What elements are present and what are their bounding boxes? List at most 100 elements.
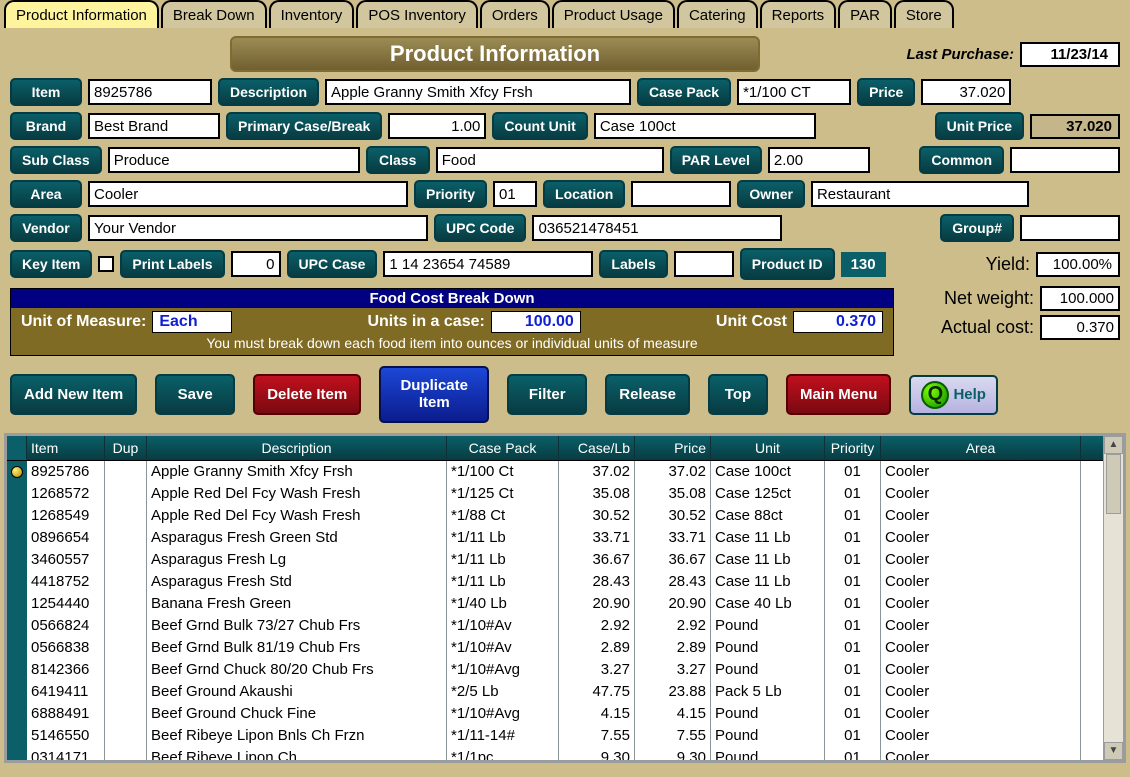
- brand-button[interactable]: Brand: [10, 112, 82, 140]
- delete-item-button[interactable]: Delete Item: [253, 374, 361, 415]
- case-pack-input[interactable]: [737, 79, 851, 105]
- row-marker[interactable]: [7, 615, 27, 637]
- product-id-button[interactable]: Product ID: [740, 248, 835, 280]
- item-input[interactable]: [88, 79, 212, 105]
- tab-break-down[interactable]: Break Down: [161, 0, 267, 28]
- col-header[interactable]: [7, 436, 27, 460]
- primary-case-break-input[interactable]: [388, 113, 486, 139]
- row-marker[interactable]: [7, 483, 27, 505]
- row-marker[interactable]: [7, 725, 27, 747]
- row-marker[interactable]: [7, 703, 27, 725]
- vendor-input[interactable]: [88, 215, 428, 241]
- priority-button[interactable]: Priority: [414, 180, 487, 208]
- class-button[interactable]: Class: [366, 146, 430, 174]
- vendor-button[interactable]: Vendor: [10, 214, 82, 242]
- unit-price-button[interactable]: Unit Price: [935, 112, 1024, 140]
- upc-case-input[interactable]: [383, 251, 593, 277]
- units-in-case-value[interactable]: 100.00: [491, 311, 581, 333]
- upc-code-input[interactable]: [532, 215, 782, 241]
- tab-product-usage[interactable]: Product Usage: [552, 0, 675, 28]
- row-marker[interactable]: [7, 659, 27, 681]
- sub-class-input[interactable]: [108, 147, 360, 173]
- item-button[interactable]: Item: [10, 78, 82, 106]
- table-row[interactable]: 0566838Beef Grnd Bulk 81/19 Chub Frs*1/1…: [7, 637, 1103, 659]
- row-marker[interactable]: [7, 527, 27, 549]
- key-item-checkbox[interactable]: [98, 256, 114, 272]
- col-header[interactable]: Item: [27, 436, 105, 460]
- class-input[interactable]: [436, 147, 664, 173]
- tab-inventory[interactable]: Inventory: [269, 0, 355, 28]
- scroll-down-icon[interactable]: ▼: [1104, 742, 1123, 760]
- add-new-item-button[interactable]: Add New Item: [10, 374, 137, 415]
- row-marker[interactable]: [7, 637, 27, 659]
- location-button[interactable]: Location: [543, 180, 625, 208]
- count-unit-input[interactable]: [594, 113, 816, 139]
- duplicate-item-button[interactable]: DuplicateItem: [379, 366, 489, 423]
- primary-case-break-button[interactable]: Primary Case/Break: [226, 112, 382, 140]
- table-row[interactable]: 5146550Beef Ribeye Lipon Bnls Ch Frzn*1/…: [7, 725, 1103, 747]
- price-input[interactable]: [921, 79, 1011, 105]
- sub-class-button[interactable]: Sub Class: [10, 146, 102, 174]
- labels-input[interactable]: [674, 251, 734, 277]
- row-marker[interactable]: [7, 571, 27, 593]
- main-menu-button[interactable]: Main Menu: [786, 374, 892, 415]
- release-button[interactable]: Release: [605, 374, 690, 415]
- col-header[interactable]: Unit: [711, 436, 825, 460]
- col-header[interactable]: Case Pack: [447, 436, 559, 460]
- row-marker[interactable]: [7, 549, 27, 571]
- col-header[interactable]: Price: [635, 436, 711, 460]
- description-button[interactable]: Description: [218, 78, 319, 106]
- filter-button[interactable]: Filter: [507, 374, 587, 415]
- table-row[interactable]: 6888491Beef Ground Chuck Fine*1/10#Avg4.…: [7, 703, 1103, 725]
- description-input[interactable]: [325, 79, 631, 105]
- tab-store[interactable]: Store: [894, 0, 954, 28]
- row-marker[interactable]: [7, 747, 27, 760]
- print-labels-button[interactable]: Print Labels: [120, 250, 224, 278]
- row-marker[interactable]: [7, 461, 27, 483]
- row-marker[interactable]: [7, 681, 27, 703]
- scroll-thumb[interactable]: [1106, 454, 1121, 514]
- unit-cost-value[interactable]: 0.370: [793, 311, 883, 333]
- table-row[interactable]: 6419411Beef Ground Akaushi*2/5 Lb47.7523…: [7, 681, 1103, 703]
- par-level-input[interactable]: [768, 147, 870, 173]
- upc-code-button[interactable]: UPC Code: [434, 214, 526, 242]
- table-row[interactable]: 0566824Beef Grnd Bulk 73/27 Chub Frs*1/1…: [7, 615, 1103, 637]
- common-input[interactable]: [1010, 147, 1120, 173]
- owner-input[interactable]: [811, 181, 1029, 207]
- group-no-input[interactable]: [1020, 215, 1120, 241]
- col-header[interactable]: Priority: [825, 436, 881, 460]
- table-row[interactable]: 0896654Asparagus Fresh Green Std*1/11 Lb…: [7, 527, 1103, 549]
- case-pack-button[interactable]: Case Pack: [637, 78, 731, 106]
- par-level-button[interactable]: PAR Level: [670, 146, 762, 174]
- scroll-up-icon[interactable]: ▲: [1104, 436, 1123, 454]
- table-row[interactable]: 3460557Asparagus Fresh Lg*1/11 Lb36.6736…: [7, 549, 1103, 571]
- tab-par[interactable]: PAR: [838, 0, 892, 28]
- save-button[interactable]: Save: [155, 374, 235, 415]
- table-row[interactable]: 1268549Apple Red Del Fcy Wash Fresh*1/88…: [7, 505, 1103, 527]
- top-button[interactable]: Top: [708, 374, 768, 415]
- key-item-button[interactable]: Key Item: [10, 250, 92, 278]
- tab-orders[interactable]: Orders: [480, 0, 550, 28]
- col-header[interactable]: Case/Lb: [559, 436, 635, 460]
- tab-pos-inventory[interactable]: POS Inventory: [356, 0, 478, 28]
- area-button[interactable]: Area: [10, 180, 82, 208]
- brand-input[interactable]: [88, 113, 220, 139]
- row-marker[interactable]: [7, 593, 27, 615]
- table-row[interactable]: 0314171Beef Ribeye Lipon Ch*1/1pc9.309.3…: [7, 747, 1103, 760]
- tab-reports[interactable]: Reports: [760, 0, 837, 28]
- upc-case-button[interactable]: UPC Case: [287, 250, 378, 278]
- table-row[interactable]: 1254440Banana Fresh Green*1/40 Lb20.9020…: [7, 593, 1103, 615]
- uom-value[interactable]: Each: [152, 311, 232, 333]
- price-button[interactable]: Price: [857, 78, 915, 106]
- count-unit-button[interactable]: Count Unit: [492, 112, 588, 140]
- table-row[interactable]: 1268572Apple Red Del Fcy Wash Fresh*1/12…: [7, 483, 1103, 505]
- grid-scrollbar[interactable]: ▲ ▼: [1103, 436, 1123, 760]
- priority-input[interactable]: [493, 181, 537, 207]
- tab-catering[interactable]: Catering: [677, 0, 758, 28]
- location-input[interactable]: [631, 181, 731, 207]
- table-row[interactable]: 8142366Beef Grnd Chuck 80/20 Chub Frs*1/…: [7, 659, 1103, 681]
- labels-button[interactable]: Labels: [599, 250, 667, 278]
- group-no-button[interactable]: Group#: [940, 214, 1014, 242]
- table-row[interactable]: 4418752Asparagus Fresh Std*1/11 Lb28.432…: [7, 571, 1103, 593]
- common-button[interactable]: Common: [919, 146, 1004, 174]
